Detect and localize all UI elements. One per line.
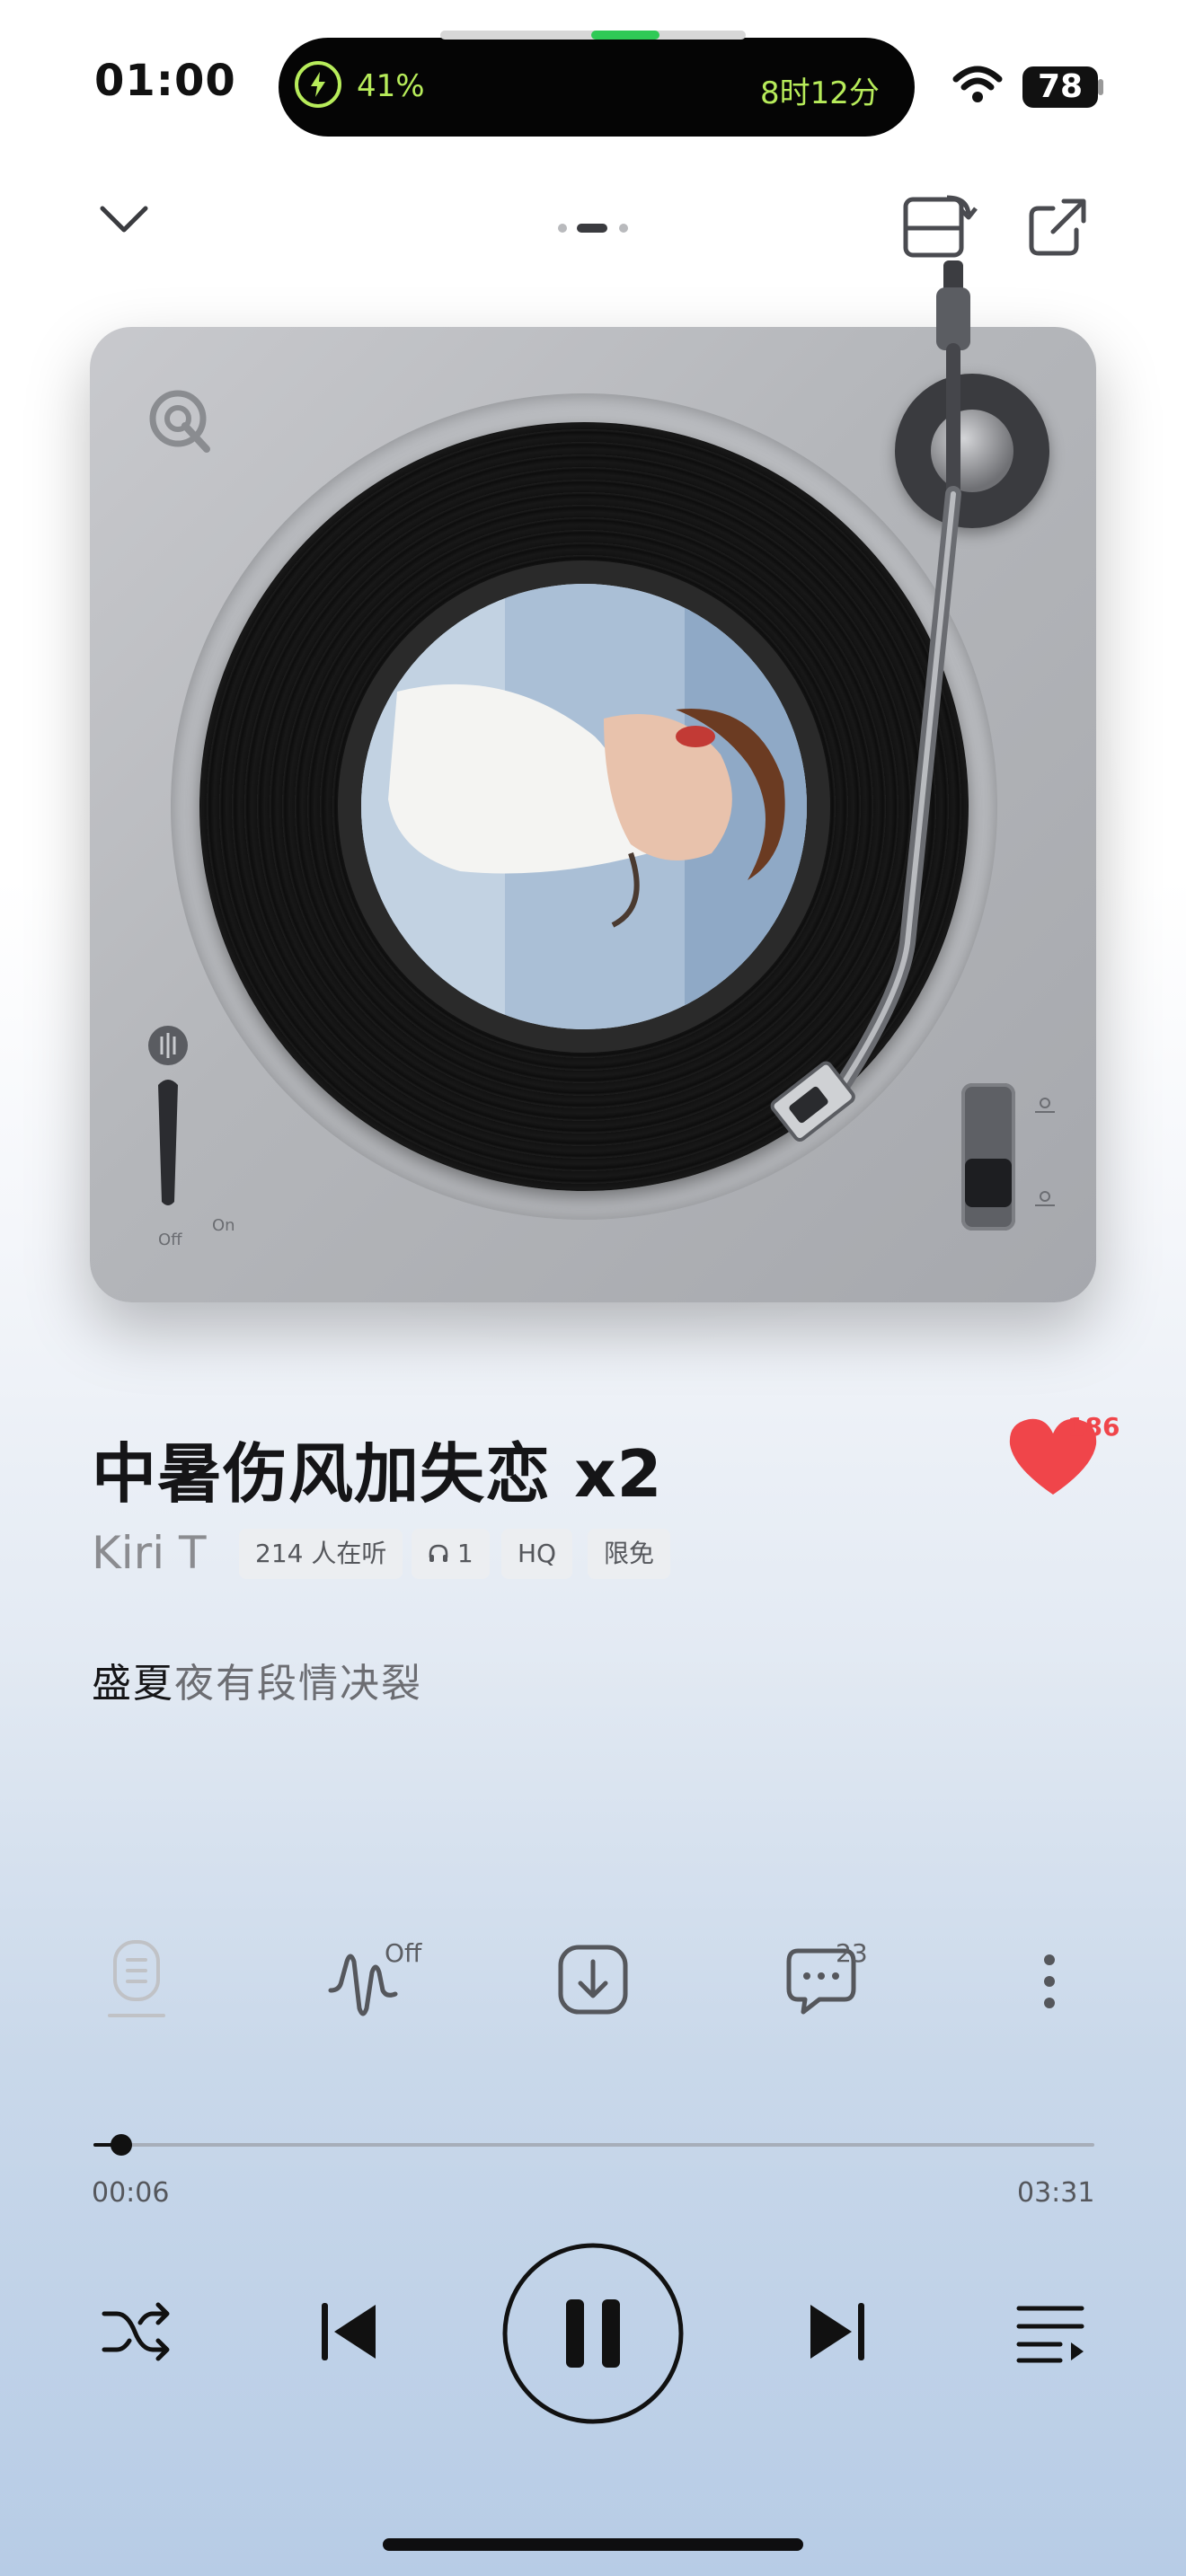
island-active-indicator [591, 31, 659, 40]
skip-next-icon [810, 2303, 864, 2360]
island-timer: 8时12分 [760, 75, 880, 111]
island-battery-percent: 41% [357, 68, 425, 104]
current-time: 00:06 [92, 2177, 170, 2209]
listen-together-badge[interactable]: 1 [412, 1529, 490, 1579]
headphones-icon [428, 1539, 457, 1568]
tonearm[interactable] [701, 260, 1060, 1207]
collapse-button[interactable] [97, 201, 151, 241]
previous-button[interactable] [316, 2298, 385, 2369]
charging-bolt-icon [295, 61, 341, 108]
download-icon [558, 1945, 628, 2015]
quality-badge[interactable]: HQ [501, 1529, 573, 1579]
shuffle-icon [102, 2302, 170, 2361]
sound-effect-state: Off [385, 1938, 422, 1968]
free-badge[interactable]: 限免 [588, 1529, 671, 1579]
lyric-rest: 夜有段情决裂 [174, 1661, 422, 1707]
more-button[interactable] [1031, 1936, 1067, 2026]
lyrics-mic-icon [108, 1940, 165, 2017]
chevron-down-icon [100, 206, 148, 233]
current-lyric[interactable]: 盛夏夜有段情决裂 [92, 1651, 422, 1708]
status-time: 01:00 [94, 56, 236, 106]
headphone-count: 1 [456, 1539, 474, 1568]
like-count: 186 [1067, 1412, 1120, 1442]
more-vertical-icon [1044, 1954, 1055, 2008]
battery-cap [1098, 79, 1103, 95]
rotate-screen-button[interactable] [900, 192, 978, 264]
lyric-highlight: 盛夏 [92, 1661, 174, 1707]
page-indicator[interactable] [555, 221, 631, 239]
progress-thumb[interactable] [111, 2134, 133, 2156]
rotate-screen-icon [903, 195, 978, 258]
power-switch[interactable] [146, 1024, 226, 1234]
pause-button[interactable] [500, 2240, 686, 2430]
playlist-button[interactable] [1015, 2299, 1087, 2371]
share-icon [1029, 198, 1086, 256]
wifi-icon [952, 65, 1003, 108]
skip-previous-icon [322, 2303, 376, 2360]
battery-indicator: 78 [1022, 66, 1098, 108]
download-button[interactable] [555, 1936, 631, 2026]
lyrics-view-button[interactable] [104, 1936, 169, 2026]
share-button[interactable] [1026, 194, 1091, 262]
song-title: 中暑伤风加失恋 x2 [92, 1436, 663, 1512]
power-switch-off-label: Off [158, 1231, 182, 1249]
artist-name[interactable]: Kiri T [92, 1527, 207, 1579]
next-button[interactable] [801, 2298, 870, 2369]
page-dots-icon [558, 224, 628, 233]
pause-icon [502, 2243, 684, 2424]
turntable-logo-icon [144, 384, 216, 460]
shuffle-button[interactable] [101, 2298, 173, 2369]
progress-track[interactable] [93, 2143, 1094, 2147]
power-switch-on-label: On [212, 1216, 235, 1235]
listeners-badge[interactable]: 214 人在听 [239, 1529, 403, 1579]
comment-count: 23 [836, 1938, 868, 1968]
home-indicator[interactable] [383, 2538, 803, 2551]
playlist-icon [1016, 2306, 1084, 2363]
total-time: 03:31 [1017, 2177, 1095, 2209]
